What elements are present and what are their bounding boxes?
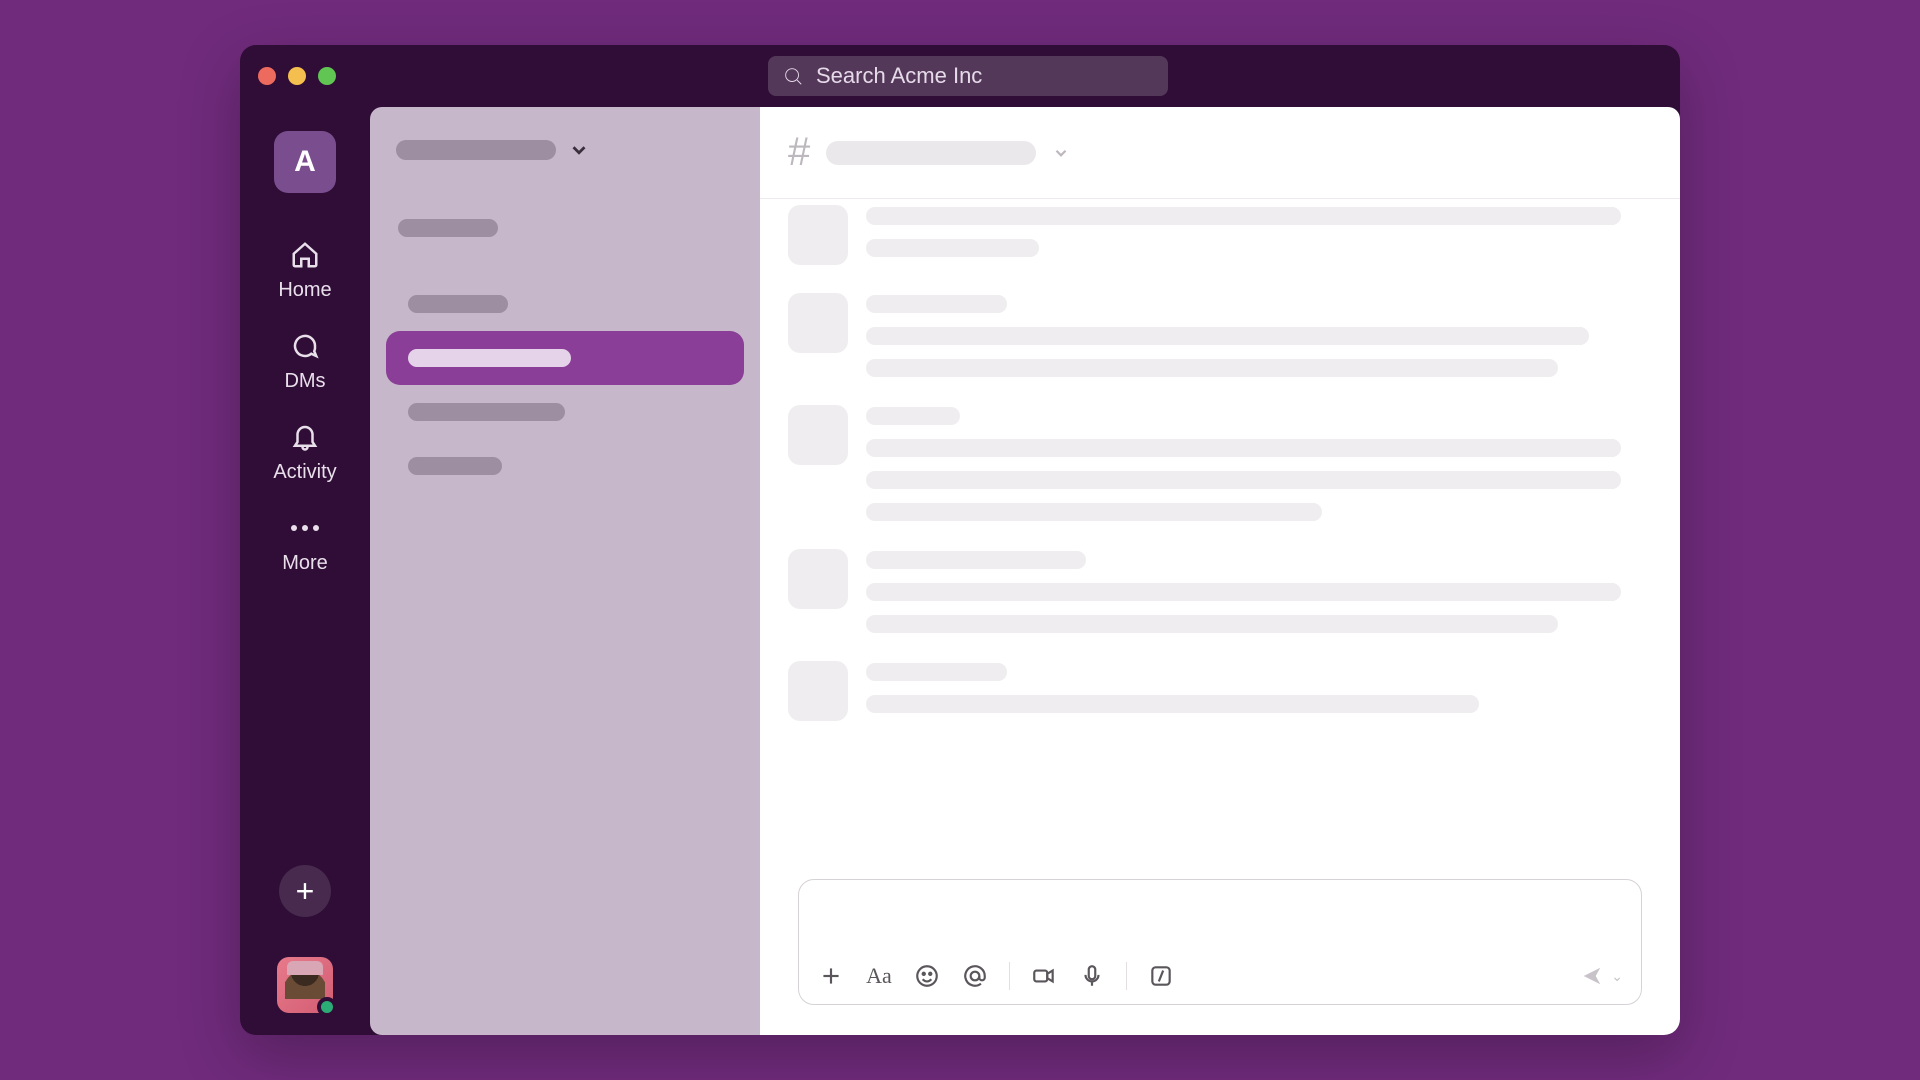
workspace-initial: A xyxy=(294,145,316,179)
message xyxy=(788,405,1652,521)
message-avatar xyxy=(788,661,848,721)
nav-activity-label: Activity xyxy=(273,461,336,484)
dms-icon xyxy=(287,328,323,364)
app-window: Search Acme Inc A Home DMs xyxy=(240,45,1680,1035)
formatting-button[interactable]: Aa xyxy=(865,962,893,990)
nav-dms-label: DMs xyxy=(284,370,325,393)
channel-item[interactable] xyxy=(386,331,744,385)
home-icon xyxy=(287,237,323,273)
presence-indicator xyxy=(317,997,337,1017)
message-text-placeholder xyxy=(866,439,1621,457)
message-body xyxy=(866,549,1652,633)
message-body xyxy=(866,205,1652,265)
channel-item[interactable] xyxy=(386,385,744,439)
channel-name-placeholder xyxy=(408,349,571,367)
more-icon xyxy=(287,510,323,546)
message-text-placeholder xyxy=(866,583,1621,601)
nav-more[interactable]: More xyxy=(282,510,328,575)
message-text-placeholder xyxy=(866,295,1007,313)
channel-name-placeholder xyxy=(408,403,565,421)
audio-button[interactable] xyxy=(1078,962,1106,990)
user-menu[interactable] xyxy=(277,957,333,1013)
search-placeholder: Search Acme Inc xyxy=(816,63,982,89)
nav-more-label: More xyxy=(282,552,328,575)
bell-icon xyxy=(287,419,323,455)
message-text-placeholder xyxy=(866,471,1621,489)
attach-button[interactable] xyxy=(817,962,845,990)
slash-command-button[interactable] xyxy=(1147,962,1175,990)
channel-name-placeholder xyxy=(408,457,502,475)
message-text-placeholder xyxy=(866,503,1322,521)
message-text-placeholder xyxy=(866,695,1479,713)
message-body xyxy=(866,293,1652,377)
message-avatar xyxy=(788,205,848,265)
chevron-down-icon xyxy=(568,139,590,161)
plus-icon: + xyxy=(296,873,315,910)
message-list xyxy=(760,199,1680,879)
message-text-placeholder xyxy=(866,207,1621,225)
message xyxy=(788,661,1652,721)
message-text-placeholder xyxy=(866,359,1558,377)
workspace-header[interactable] xyxy=(386,139,744,161)
nav-home-label: Home xyxy=(278,279,331,302)
sidebar-label-placeholder xyxy=(398,219,498,237)
titlebar: Search Acme Inc xyxy=(240,45,1680,107)
toolbar-separator xyxy=(1009,962,1010,990)
message-text-placeholder xyxy=(866,239,1039,257)
compose-button[interactable]: + xyxy=(279,865,331,917)
message-avatar xyxy=(788,405,848,465)
search-icon xyxy=(782,65,804,87)
channel-item[interactable] xyxy=(386,439,744,493)
nav-rail: A Home DMs Activity xyxy=(240,107,370,1035)
workspace-name-placeholder xyxy=(396,140,556,160)
mention-button[interactable] xyxy=(961,962,989,990)
video-button[interactable] xyxy=(1030,962,1058,990)
main-pane: # Aa xyxy=(760,107,1680,1035)
minimize-window-button[interactable] xyxy=(288,67,306,85)
workspace-switcher[interactable]: A xyxy=(274,131,336,193)
message-body xyxy=(866,661,1652,721)
maximize-window-button[interactable] xyxy=(318,67,336,85)
composer-toolbar: Aa xyxy=(799,948,1641,1004)
nav-activity[interactable]: Activity xyxy=(273,419,336,484)
message-text-placeholder xyxy=(866,551,1086,569)
composer-input[interactable] xyxy=(799,880,1641,948)
send-icon xyxy=(1581,965,1603,987)
emoji-button[interactable] xyxy=(913,962,941,990)
message xyxy=(788,205,1652,265)
channel-name-placeholder xyxy=(408,295,508,313)
sidebar-section-header[interactable] xyxy=(386,201,744,255)
message-avatar xyxy=(788,549,848,609)
message xyxy=(788,549,1652,633)
message-text-placeholder xyxy=(866,407,960,425)
message-composer[interactable]: Aa xyxy=(798,879,1642,1005)
search-input[interactable]: Search Acme Inc xyxy=(768,56,1168,96)
toolbar-separator xyxy=(1126,962,1127,990)
hash-icon: # xyxy=(788,130,810,175)
nav-dms[interactable]: DMs xyxy=(284,328,325,393)
channel-item[interactable] xyxy=(386,277,744,331)
message-text-placeholder xyxy=(866,663,1007,681)
chevron-down-icon xyxy=(1052,144,1070,162)
send-button[interactable]: ⌄ xyxy=(1581,965,1623,987)
close-window-button[interactable] xyxy=(258,67,276,85)
channel-name-placeholder xyxy=(826,141,1036,165)
message xyxy=(788,293,1652,377)
nav-home[interactable]: Home xyxy=(278,237,331,302)
message-text-placeholder xyxy=(866,327,1589,345)
channel-header[interactable]: # xyxy=(760,107,1680,199)
message-avatar xyxy=(788,293,848,353)
window-controls xyxy=(258,67,336,85)
channel-sidebar xyxy=(370,107,760,1035)
message-text-placeholder xyxy=(866,615,1558,633)
message-body xyxy=(866,405,1652,521)
chevron-down-icon: ⌄ xyxy=(1611,968,1623,985)
